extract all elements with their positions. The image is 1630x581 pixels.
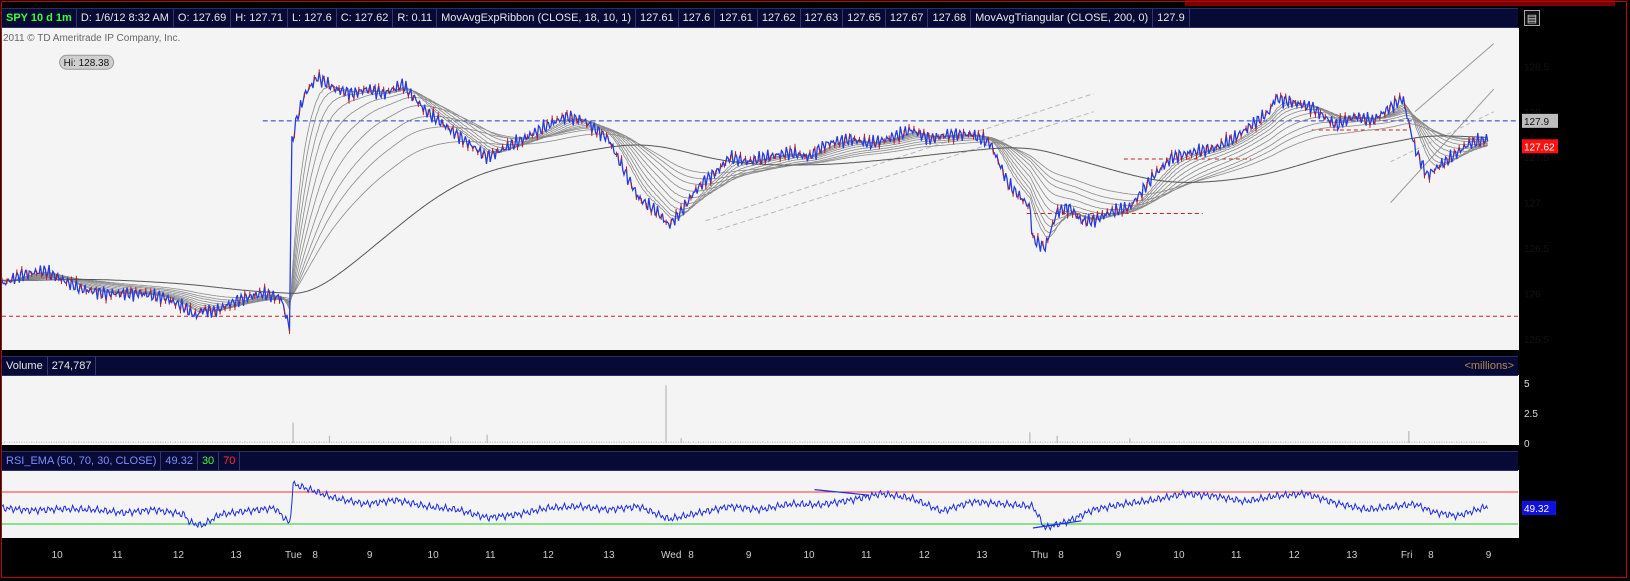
price-marker-text: 127.62 (1524, 142, 1555, 153)
rsi-line (1, 480, 1489, 532)
x-axis-tick: 8 (1428, 550, 1434, 561)
x-axis-tick: 9 (746, 550, 752, 561)
x-axis-tick: 9 (1116, 550, 1122, 561)
ribbon-line (1, 89, 1488, 310)
volume-axis-tick: 5 (1524, 379, 1530, 390)
price-series-line (1, 71, 1489, 332)
copyright-text: 2011 © TD Ameritrade IP Company, Inc. (3, 33, 180, 44)
x-axis-tick: Fri (1401, 550, 1413, 561)
x-axis-tick: 13 (603, 550, 615, 561)
ribbon-line (1, 115, 1488, 303)
price-axis-tick: 126.5 (1524, 244, 1549, 255)
x-axis-tick: 12 (543, 550, 555, 561)
price-axis-tick: 128.5 (1524, 62, 1549, 73)
x-axis-tick: 13 (1346, 550, 1358, 561)
x-axis-tick: 8 (1058, 550, 1064, 561)
x-axis-tick: 11 (112, 550, 123, 561)
ribbon-line (1, 91, 1488, 309)
price-axis-tick: 127.5 (1524, 153, 1549, 164)
x-axis-tick: 10 (52, 550, 64, 561)
x-axis-tick: Thu (1031, 550, 1048, 561)
chart-canvas[interactable]: 125.5 126 126.5 127 127.5 12 8 128.5 127.9 127.62… (0, 0, 1630, 581)
x-axis-tick: 10 (804, 550, 816, 561)
x-axis-tick: 10 (1173, 550, 1185, 561)
ribbon-group (1, 86, 1488, 313)
x-axis-tick: 11 (861, 550, 872, 561)
high-annotation-text: Hi: 128.38 (64, 58, 110, 69)
x-axis-tick: 11 (485, 550, 496, 561)
x-axis-tick: 9 (1486, 550, 1492, 561)
x-axis-tick: Wed (661, 550, 681, 561)
x-axis-tick: 13 (976, 550, 988, 561)
volume-axis-tick: 0 (1524, 439, 1530, 450)
x-axis-tick: 9 (367, 550, 373, 561)
price-axis-tick: 125.5 (1524, 335, 1549, 346)
price-marker-text: 127.9 (1524, 117, 1549, 128)
x-axis-tick: 12 (1289, 550, 1301, 561)
x-axis-tick: 11 (1231, 550, 1242, 561)
chart-window: SPY 10 d 1m D: 1/6/12 8:32 AM O: 127.69 … (0, 0, 1630, 581)
x-axis-tick: 13 (230, 550, 242, 561)
x-axis-tick: 12 (173, 550, 185, 561)
ribbon-line (2, 123, 1488, 300)
x-axis-tick: 8 (688, 550, 694, 561)
price-axis-tick: 127 (1524, 199, 1541, 210)
ribbon-line (1, 105, 1488, 305)
volume-axis-tick: 2.5 (1524, 409, 1538, 420)
x-axis-tick: 12 (919, 550, 931, 561)
x-axis-tick: Tue (285, 550, 302, 561)
x-axis-tick: 8 (312, 550, 318, 561)
ribbon-line (2, 118, 1488, 301)
price-axis-tick: 126 (1524, 289, 1541, 300)
rsi-value-marker-text: 49.32 (1524, 504, 1549, 515)
x-axis-tick: 10 (428, 550, 440, 561)
ribbon-line (1, 86, 1488, 313)
